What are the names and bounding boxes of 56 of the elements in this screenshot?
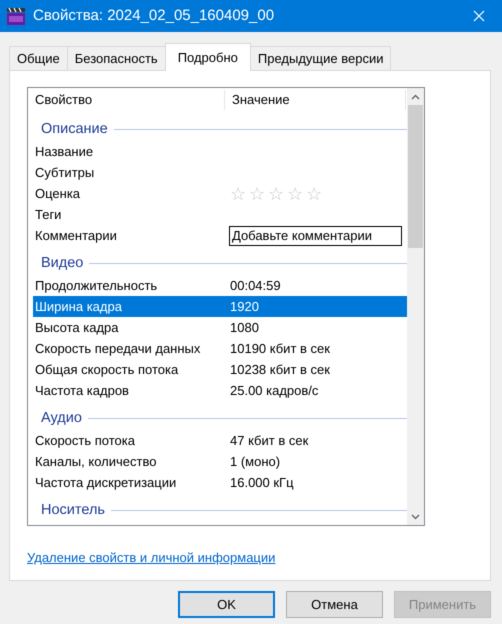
property-name: Частота кадров <box>34 382 130 400</box>
property-row[interactable]: Общая скорость потока 10238 кбит в сек <box>33 359 407 380</box>
property-value: 10238 кбит в сек <box>229 360 330 379</box>
dialog-button[interactable]: OK <box>178 591 275 618</box>
column-header[interactable]: Свойство <box>28 90 225 110</box>
property-value: 10190 кбит в сек <box>229 340 330 358</box>
property-row[interactable]: Частота дискретизации 16.000 кГц <box>33 472 407 493</box>
property-row[interactable]: Продолжительность 00:04:59 <box>33 275 407 296</box>
property-value: 00:04:59 <box>229 276 281 295</box>
property-name: Скорость передачи данных <box>34 340 202 358</box>
property-value: 16.000 кГц <box>229 474 294 492</box>
property-name: Каналы, количество <box>34 452 158 471</box>
section-title: Носитель <box>41 501 105 519</box>
property-name: Высота кадра <box>34 318 120 337</box>
property-row[interactable]: Частота кадров 25.00 кадров/с <box>33 380 407 401</box>
property-row[interactable]: Комментарии Добавьте комментарии <box>33 225 407 246</box>
tab[interactable]: Общие <box>9 46 68 70</box>
column-header[interactable]: Значение <box>225 90 406 110</box>
property-value: 1920 <box>229 298 259 316</box>
property-value: 1080 <box>229 318 259 337</box>
property-name: Теги <box>34 206 62 224</box>
property-name: Продолжительность <box>34 276 158 295</box>
remove-properties-link[interactable]: Удаление свойств и личной информации <box>27 548 276 568</box>
property-row[interactable]: Скорость передачи данных 10190 кбит в сек <box>33 338 407 359</box>
section-title: Аудио <box>41 409 82 427</box>
property-value: 25.00 кадров/с <box>229 382 318 400</box>
property-row[interactable]: Каналы, количество 1 (моно) <box>33 451 407 472</box>
scroll-up-icon[interactable] <box>411 94 420 100</box>
section-title: Видео <box>41 254 84 272</box>
property-value: 1 (моно) <box>229 452 280 471</box>
comment-field[interactable]: Добавьте комментарии <box>229 226 402 246</box>
property-name: Общая скорость потока <box>34 360 180 379</box>
property-name: Субтитры <box>34 164 96 182</box>
property-row[interactable]: Скорость потока 47 кбит в сек <box>33 430 407 451</box>
property-value: 47 кбит в сек <box>229 432 308 450</box>
property-name: Комментарии <box>34 226 118 245</box>
property-row[interactable]: Название <box>33 141 407 162</box>
window-title: Свойства: 2024_02_05_160409_00 <box>33 6 274 26</box>
selected-row[interactable]: Ширина кадра 1920 <box>33 296 407 317</box>
video-file-icon <box>6 6 26 26</box>
property-row[interactable]: Теги <box>33 204 407 225</box>
property-name: Частота дискретизации <box>34 474 178 492</box>
scrollbar-thumb[interactable] <box>408 105 423 248</box>
property-row[interactable]: Субтитры <box>33 162 407 183</box>
tab[interactable]: Предыдущие версии <box>250 46 392 70</box>
property-name: Ширина кадра <box>34 298 123 316</box>
section-title: Описание <box>41 120 108 138</box>
close-icon[interactable] <box>473 10 485 22</box>
property-name: Оценка <box>34 184 82 203</box>
scrollbar[interactable] <box>407 88 424 525</box>
property-name: Название <box>34 142 94 161</box>
property-row[interactable]: Высота кадра 1080 <box>33 317 407 338</box>
dialog-button[interactable]: Отмена <box>286 591 383 618</box>
scroll-down-icon[interactable] <box>411 514 420 520</box>
property-name: Скорость потока <box>34 432 136 450</box>
tab[interactable]: Подробно <box>164 43 251 71</box>
